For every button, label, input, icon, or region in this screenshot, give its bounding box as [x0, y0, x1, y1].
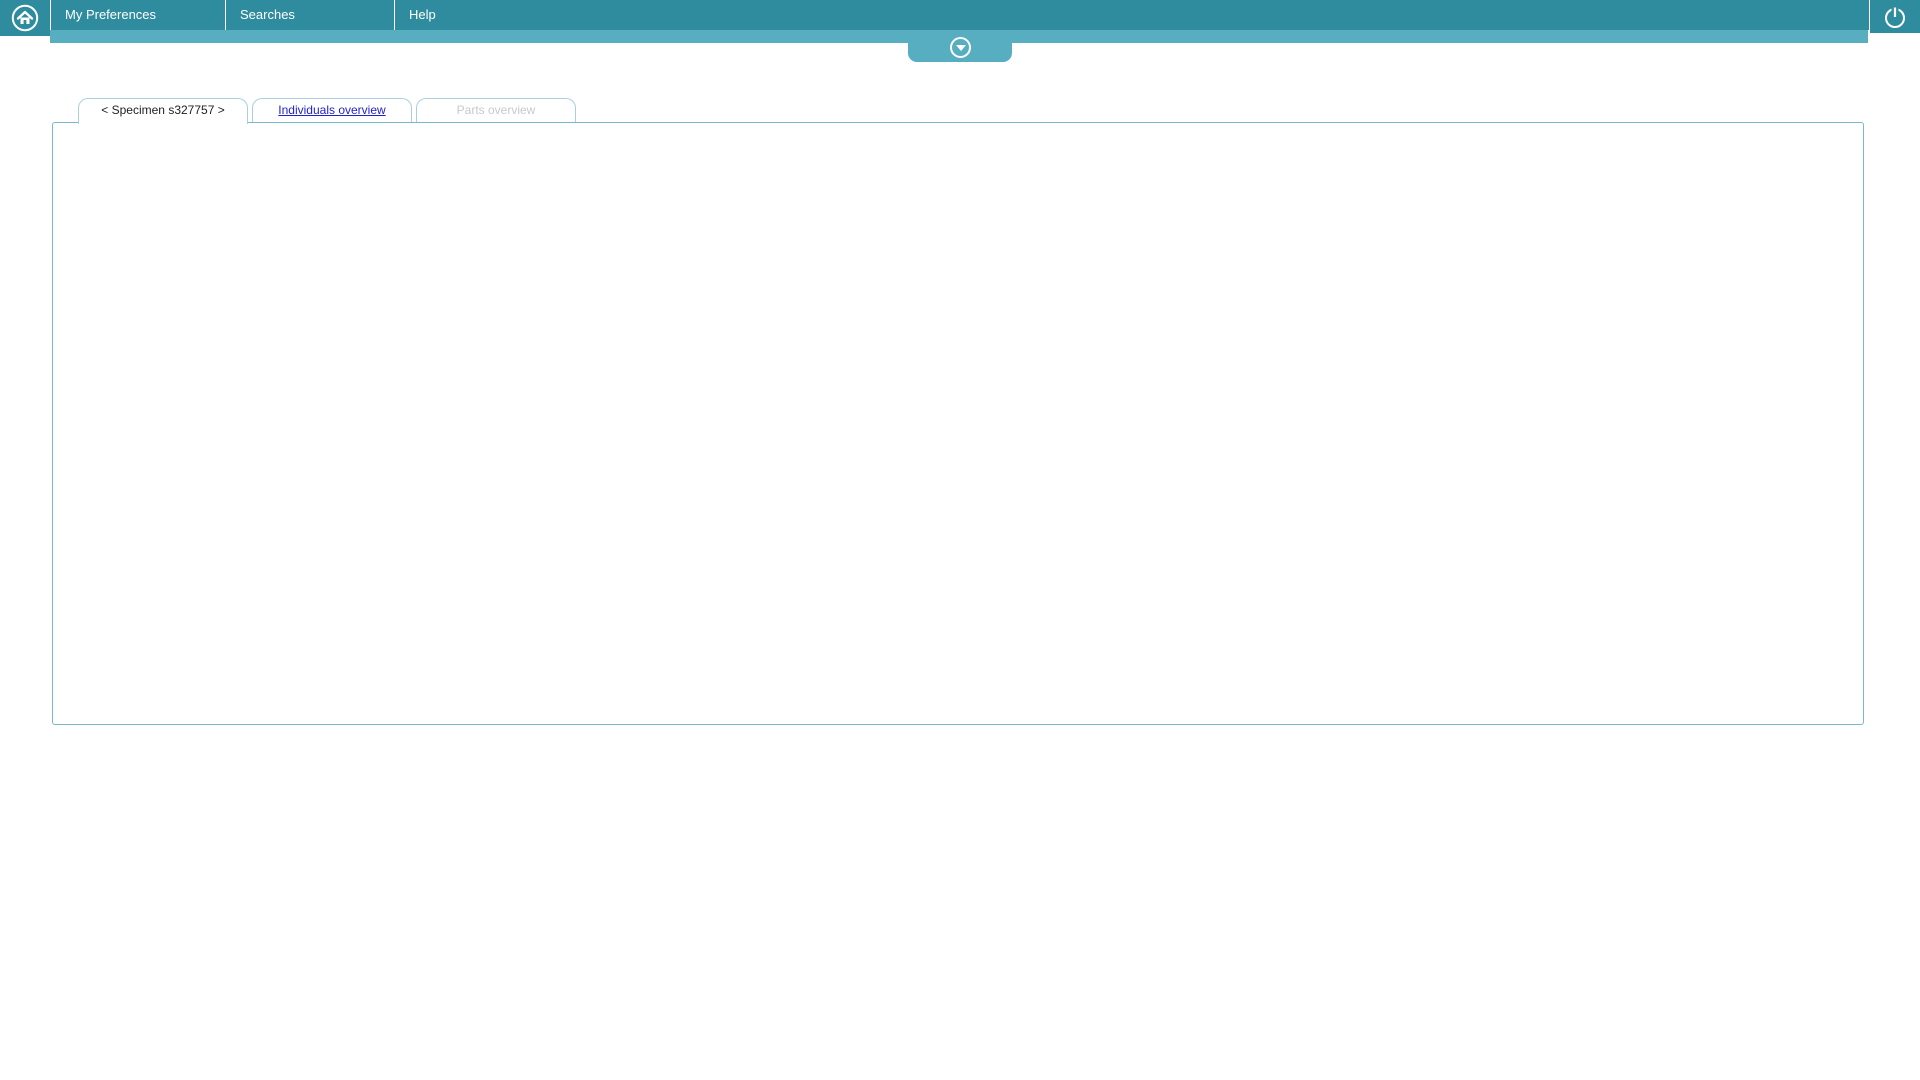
nav-item-my-preferences[interactable]: My Preferences	[50, 0, 225, 30]
nav-item-searches[interactable]: Searches	[225, 0, 394, 30]
nav-item-help[interactable]: Help	[394, 0, 563, 30]
tab-individuals-overview-label: Individuals overview	[278, 103, 385, 117]
logout-button[interactable]	[1869, 0, 1920, 33]
tab-individuals-overview[interactable]: Individuals overview	[252, 98, 412, 122]
power-icon	[1882, 4, 1908, 30]
tab-parts-overview: Parts overview	[416, 98, 576, 122]
nav-menu: My Preferences Searches Help	[50, 0, 563, 30]
home-button[interactable]	[0, 0, 50, 36]
content-wrapper	[52, 122, 1864, 725]
home-icon	[11, 4, 39, 32]
tab-specimen[interactable]: < Specimen s327757 >	[78, 98, 248, 124]
chevron-down-icon[interactable]	[950, 37, 971, 58]
specimen-detail-page: My Preferences Searches Help < Specimen …	[0, 0, 1920, 1080]
